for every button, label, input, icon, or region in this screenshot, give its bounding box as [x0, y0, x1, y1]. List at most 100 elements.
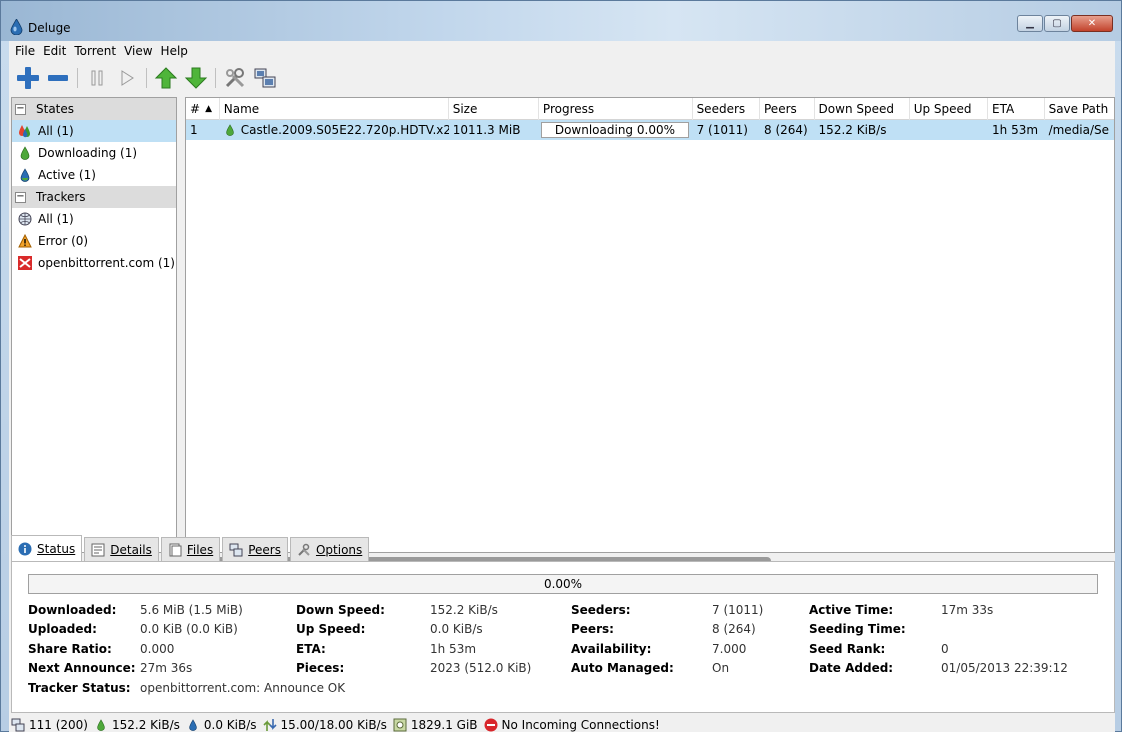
- column-header-up-speed[interactable]: Up Speed: [910, 98, 989, 120]
- peers-label: Peers:: [571, 622, 614, 637]
- network-icon: [254, 68, 276, 88]
- add-torrent-button[interactable]: [13, 63, 43, 93]
- list-header: # ▲ Name Size Progress Seeders Peers Dow…: [186, 98, 1114, 120]
- info-row: Tracker Status: openbittorrent.com: Anno…: [28, 678, 1068, 698]
- status-panel: 0.00% Downloaded: 5.6 MiB (1.5 MiB) Down…: [11, 561, 1115, 713]
- status-info-grid: Downloaded: 5.6 MiB (1.5 MiB) Down Speed…: [28, 600, 1068, 698]
- cell-save-path: /media/Se: [1048, 123, 1110, 137]
- column-label: Up Speed: [913, 102, 972, 116]
- download-speed-status[interactable]: 152.2 KiB/s: [94, 718, 180, 732]
- sort-ascending-icon: ▲: [205, 104, 212, 114]
- pause-icon: [91, 70, 103, 86]
- column-label: ETA: [992, 102, 1015, 116]
- states-header[interactable]: − States: [12, 98, 176, 120]
- tab-files[interactable]: Files: [160, 537, 221, 561]
- sidebar-item-openbittorrent[interactable]: openbittorrent.com (1): [12, 252, 176, 274]
- cell-peers: 8 (264): [764, 123, 808, 137]
- tab-options[interactable]: Options: [289, 537, 370, 561]
- cell-down-speed: 152.2 KiB/s: [818, 123, 887, 137]
- pause-button[interactable]: [82, 63, 112, 93]
- peers-value: 8 (264): [712, 622, 756, 637]
- maximize-button[interactable]: ▢: [1044, 15, 1070, 32]
- connections-status[interactable]: 111 (200): [11, 718, 88, 732]
- sidebar-item-all-states[interactable]: All (1): [12, 120, 176, 142]
- sidebar-item-downloading[interactable]: Downloading (1): [12, 142, 176, 164]
- column-header-seeders[interactable]: Seeders: [693, 98, 760, 120]
- trackers-header[interactable]: − Trackers: [12, 186, 176, 208]
- tab-peers[interactable]: Peers: [222, 537, 288, 561]
- close-button[interactable]: ✕: [1071, 15, 1113, 32]
- table-row[interactable]: 1 Castle.2009.S05E22.720p.HDTV.x264 1011…: [186, 120, 1114, 140]
- progress-text: Downloading 0.00%: [554, 123, 675, 137]
- column-label: #: [190, 102, 201, 116]
- download-speed-value: 152.2 KiB/s: [112, 718, 180, 732]
- tab-details[interactable]: Details: [84, 537, 159, 561]
- pieces-value: 2023 (512.0 KiB): [430, 661, 532, 676]
- down-speed-value: 152.2 KiB/s: [430, 602, 498, 617]
- column-header-name[interactable]: Name: [220, 98, 449, 120]
- sidebar-item-error[interactable]: Error (0): [12, 230, 176, 252]
- column-header-eta[interactable]: ETA: [988, 98, 1045, 120]
- tracker-status-value: openbittorrent.com: Announce OK: [140, 680, 346, 695]
- column-label: Name: [223, 102, 260, 116]
- column-header-down-speed[interactable]: Down Speed: [815, 98, 910, 120]
- column-header-save-path[interactable]: Save Path: [1045, 98, 1114, 120]
- collapse-icon[interactable]: −: [15, 103, 26, 115]
- next-announce-value: 27m 36s: [140, 661, 193, 676]
- sidebar-item-active[interactable]: Active (1): [12, 164, 176, 186]
- status-progress-bar: 0.00%: [28, 574, 1098, 594]
- states-header-label: States: [36, 102, 75, 116]
- share-ratio-label: Share Ratio:: [28, 641, 112, 656]
- column-header-progress[interactable]: Progress: [539, 98, 693, 120]
- info-icon: [18, 542, 32, 556]
- sidebar-item-all-trackers[interactable]: All (1): [12, 208, 176, 230]
- seeders-label: Seeders:: [571, 602, 631, 617]
- menu-edit[interactable]: Edit: [39, 44, 70, 58]
- arrow-down-icon: [184, 67, 208, 89]
- column-header-size[interactable]: Size: [449, 98, 539, 120]
- incoming-connections-value: No Incoming Connections!: [501, 718, 660, 732]
- cell-size: 1011.3 MiB: [452, 123, 521, 137]
- details-icon: [91, 543, 105, 557]
- menu-bar: File Edit Torrent View Help: [9, 41, 1115, 61]
- resume-button[interactable]: [112, 63, 142, 93]
- incoming-connections-status[interactable]: No Incoming Connections!: [484, 718, 660, 732]
- queue-down-button[interactable]: [181, 63, 211, 93]
- menu-view[interactable]: View: [120, 44, 156, 58]
- menu-file[interactable]: File: [11, 44, 39, 58]
- trackers-header-label: Trackers: [36, 190, 86, 204]
- tools-icon: [297, 543, 311, 557]
- column-header-peers[interactable]: Peers: [760, 98, 815, 120]
- title-bar[interactable]: Deluge ▁ ▢ ✕: [1, 1, 1121, 41]
- sidebar-item-label: openbittorrent.com (1): [38, 256, 175, 270]
- files-icon: [168, 543, 182, 557]
- progress-bar: Downloading 0.00%: [540, 122, 689, 138]
- sidebar-item-label: Error (0): [38, 234, 89, 248]
- menu-torrent[interactable]: Torrent: [70, 44, 120, 58]
- network-icon: [11, 718, 25, 732]
- traffic-icon: [262, 718, 277, 732]
- column-label: Seeders: [696, 102, 746, 116]
- date-added-value: 01/05/2013 22:39:12: [941, 661, 1068, 676]
- queue-up-button[interactable]: [151, 63, 181, 93]
- column-header-number[interactable]: # ▲: [186, 98, 220, 120]
- uploaded-value: 0.0 KiB (0.0 KiB): [140, 622, 238, 637]
- column-label: Save Path: [1048, 102, 1109, 116]
- toolbar-separator: [146, 68, 147, 88]
- upload-speed-status[interactable]: 0.0 KiB/s: [186, 718, 257, 732]
- menu-help[interactable]: Help: [157, 44, 192, 58]
- minimize-button[interactable]: ▁: [1017, 15, 1043, 32]
- free-space-status: 1829.1 GiB: [393, 718, 478, 732]
- sidebar-item-label: Active (1): [38, 168, 96, 182]
- cell-eta: 1h 53m: [992, 123, 1039, 137]
- disk-icon: [393, 718, 407, 732]
- remove-torrent-button[interactable]: [43, 63, 73, 93]
- preferences-button[interactable]: [220, 63, 250, 93]
- connection-manager-button[interactable]: [250, 63, 280, 93]
- deluge-icon: [10, 19, 23, 35]
- tab-status[interactable]: Status: [11, 535, 83, 561]
- downloaded-value: 5.6 MiB (1.5 MiB): [140, 602, 243, 617]
- collapse-icon[interactable]: −: [15, 191, 26, 203]
- pieces-label: Pieces:: [296, 661, 345, 676]
- eta-label: ETA:: [296, 641, 326, 656]
